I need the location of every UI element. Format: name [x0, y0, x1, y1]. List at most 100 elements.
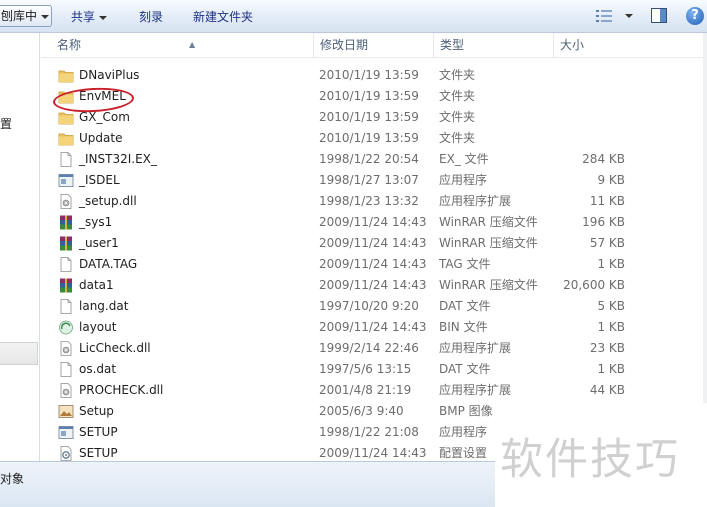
file-row[interactable]: data1 2009/11/24 14:43 WinRAR 压缩文件 20,600 K… — [41, 275, 707, 296]
exe-icon — [58, 173, 74, 188]
file-type: 文件夹 — [439, 68, 476, 82]
file-size — [531, 65, 625, 86]
file-type: 应用程序扩展 — [439, 341, 512, 355]
file-type: EX_ 文件 — [439, 152, 489, 166]
file-size: 1 KB — [597, 320, 625, 334]
file-size: 11 KB — [589, 194, 625, 208]
file-icon — [58, 152, 74, 167]
file-type: 文件夹 — [439, 110, 476, 124]
column-header-row: 名称 ▲ 修改日期 类型 大小 — [41, 33, 707, 58]
file-name: DNaviPlus — [79, 68, 140, 82]
file-row[interactable]: _INST32I.EX_ 1998/1/22 20:54 EX_ 文件 284 KB — [41, 149, 707, 170]
file-name: SETUP — [79, 425, 118, 439]
file-row[interactable]: DNaviPlus 2010/1/19 13:59 文件夹 — [41, 65, 707, 86]
file-name: data1 — [79, 278, 114, 292]
file-date: 1998/1/22 20:54 — [319, 152, 419, 166]
file-date: 2010/1/19 13:59 — [319, 89, 419, 103]
file-date: 2010/1/19 13:59 — [319, 110, 419, 124]
file-size: 1 KB — [597, 362, 625, 376]
file-size: 5 KB — [597, 299, 625, 313]
file-row[interactable]: lang.dat 1997/10/20 9:20 DAT 文件 5 KB — [41, 296, 707, 317]
rar-icon — [58, 236, 74, 251]
folder-icon — [58, 110, 74, 125]
share-button[interactable]: 共享 — [71, 7, 108, 27]
file-date: 2009/11/24 14:43 — [319, 215, 427, 229]
file-icon — [58, 362, 74, 377]
dll-icon — [58, 383, 74, 398]
file-type: 文件夹 — [439, 131, 476, 145]
file-row[interactable]: os.dat 1997/5/6 13:15 DAT 文件 1 KB — [41, 359, 707, 380]
views-chevron-down-icon[interactable] — [625, 14, 633, 18]
file-type: DAT 文件 — [439, 362, 491, 376]
file-type: TAG 文件 — [439, 257, 491, 271]
file-size: 23 KB — [589, 341, 625, 355]
include-in-library-button[interactable]: 刨库中 — [0, 5, 52, 27]
file-row[interactable]: Update 2010/1/19 13:59 文件夹 — [41, 128, 707, 149]
file-name: _setup.dll — [79, 194, 137, 208]
command-bar: 刨库中 共享 刻录 新建文件夹 ? — [0, 0, 707, 33]
file-size: 196 KB — [582, 215, 625, 229]
file-date: 1999/2/14 22:46 — [319, 341, 419, 355]
file-date: 2009/11/24 14:43 — [319, 236, 427, 250]
folder-icon — [58, 68, 74, 83]
bin-icon — [58, 320, 74, 335]
file-row[interactable]: LicCheck.dll 1999/2/14 22:46 应用程序扩展 23 KB — [41, 338, 707, 359]
vertical-scrollbar[interactable] — [703, 33, 707, 461]
file-date: 1997/10/20 9:20 — [319, 299, 419, 313]
file-row[interactable]: layout 2009/11/24 14:43 BIN 文件 1 KB — [41, 317, 707, 338]
file-name: PROCHECK.dll — [79, 383, 164, 397]
navigation-pane: 置 — [0, 33, 40, 461]
column-header-size[interactable]: 大小 — [553, 33, 707, 58]
column-header-type[interactable]: 类型 — [433, 33, 553, 58]
status-text: 对象 — [0, 472, 25, 486]
file-name: layout — [79, 320, 117, 334]
nav-selected-item[interactable] — [0, 342, 38, 365]
file-date: 1998/1/23 13:32 — [319, 194, 419, 208]
file-row[interactable]: EnvMEL 2010/1/19 13:59 文件夹 — [41, 86, 707, 107]
column-header-name[interactable]: 名称 ▲ — [51, 33, 313, 58]
file-name: Setup — [79, 404, 114, 418]
views-icon[interactable] — [596, 9, 612, 23]
sort-ascending-icon: ▲ — [189, 40, 196, 49]
column-header-date[interactable]: 修改日期 — [313, 33, 433, 58]
file-row[interactable]: _user1 2009/11/24 14:43 WinRAR 压缩文件 57 KB — [41, 233, 707, 254]
help-icon[interactable]: ? — [686, 7, 704, 25]
chevron-down-icon — [99, 15, 108, 20]
file-name: Update — [79, 131, 123, 145]
file-name: _INST32I.EX_ — [79, 152, 157, 166]
file-size: 1 KB — [597, 257, 625, 271]
file-size: 9 KB — [597, 173, 625, 187]
file-type: DAT 文件 — [439, 299, 491, 313]
file-type: 文件夹 — [439, 89, 476, 103]
file-type: 应用程序 — [439, 173, 488, 187]
file-name: _ISDEL — [79, 173, 120, 187]
file-row[interactable]: _ISDEL 1998/1/27 13:07 应用程序 9 KB — [41, 170, 707, 191]
bmp-icon — [58, 404, 74, 419]
file-size — [531, 107, 625, 128]
file-icon — [58, 299, 74, 314]
file-type: 应用程序扩展 — [439, 194, 512, 208]
file-type: WinRAR 压缩文件 — [439, 236, 538, 250]
file-row[interactable]: _sys1 2009/11/24 14:43 WinRAR 压缩文件 196 KB — [41, 212, 707, 233]
burn-button[interactable]: 刻录 — [139, 7, 163, 27]
file-row[interactable]: _setup.dll 1998/1/23 13:32 应用程序扩展 11 KB — [41, 191, 707, 212]
rar-icon — [58, 278, 74, 293]
column-header-name-label: 名称 — [57, 38, 82, 52]
file-date: 2010/1/19 13:59 — [319, 131, 419, 145]
file-row[interactable]: PROCHECK.dll 2001/4/8 21:19 应用程序扩展 44 KB — [41, 380, 707, 401]
file-size — [531, 128, 625, 149]
file-type: 应用程序 — [439, 425, 488, 439]
file-row[interactable]: GX_Com 2010/1/19 13:59 文件夹 — [41, 107, 707, 128]
file-type: BIN 文件 — [439, 320, 488, 334]
file-date: 2001/4/8 21:19 — [319, 383, 412, 397]
file-size: 284 KB — [582, 152, 625, 166]
file-name: DATA.TAG — [79, 257, 138, 271]
exe-icon — [58, 425, 74, 440]
rar-icon — [58, 215, 74, 230]
dll-icon — [58, 341, 74, 356]
file-row[interactable]: DATA.TAG 2009/11/24 14:43 TAG 文件 1 KB — [41, 254, 707, 275]
file-size: 57 KB — [589, 236, 625, 250]
new-folder-button[interactable]: 新建文件夹 — [193, 7, 253, 27]
nav-item-label[interactable]: 置 — [0, 115, 12, 132]
preview-pane-icon[interactable] — [651, 8, 667, 23]
